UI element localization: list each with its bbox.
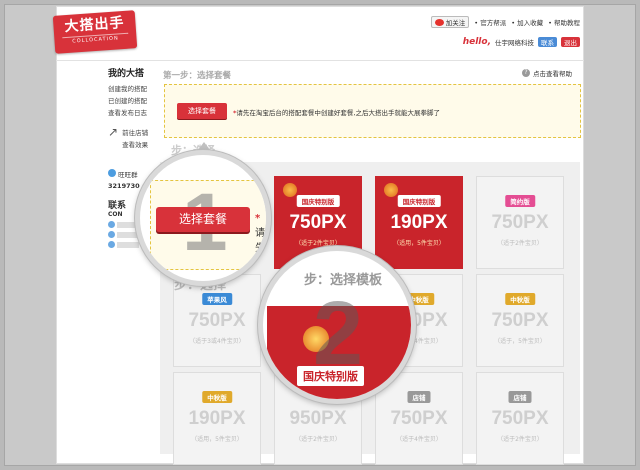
link-favorite[interactable]: • 加入收藏	[511, 17, 543, 27]
qq-icon	[108, 221, 115, 228]
logo[interactable]: 大搭出手 COLLOCATION	[52, 10, 138, 54]
step1-title: 第一步：选择套餐	[163, 71, 232, 81]
qq-icon	[108, 241, 115, 248]
link-help[interactable]: • 帮助教程	[548, 17, 580, 27]
template-card[interactable]: 中秋版 750PX （适于，5件宝贝）	[476, 274, 564, 367]
sidebar-link-created[interactable]: 已创建的搭配	[108, 95, 164, 107]
zoom-tip: *请先	[255, 213, 265, 254]
logout-button[interactable]: 退出	[561, 37, 580, 47]
notice-tip: *请先在淘宝后台的搭配套餐中创建好套餐,之后大搭出手就能大展拳脚了	[233, 109, 440, 117]
zoom-template-label: 国庆特别版	[297, 366, 364, 386]
select-package-button[interactable]: 选择套餐	[177, 103, 227, 119]
link-official[interactable]: • 官方帮派	[474, 17, 506, 27]
contact-tag[interactable]: 联系	[538, 37, 557, 47]
firework-decoration	[384, 183, 398, 197]
follow-button[interactable]: 加关注	[430, 16, 470, 28]
header-divider	[56, 60, 584, 61]
notice-box: 选择套餐 *请先在淘宝后台的搭配套餐中创建好套餐,之后大搭出手就能大展拳脚了	[164, 84, 581, 138]
weibo-icon	[434, 18, 444, 26]
magnifier-step2: 步：选择模板 2 国庆特别版	[258, 246, 416, 404]
user-name: 仕宇网络科技	[495, 39, 534, 47]
zoom-select-package-button[interactable]: 选择套餐	[156, 207, 250, 232]
help-link[interactable]: ? 点击查看帮助	[522, 68, 572, 78]
top-links: 加关注 • 官方帮派 • 加入收藏 • 帮助教程	[430, 16, 580, 28]
magnifier-step1: 1 选择套餐 *请先	[135, 150, 271, 286]
goto-shop[interactable]: ↗ 前往店铺 查看效果	[108, 125, 164, 151]
template-card[interactable]: 国庆特别版 190PX （适用，5件宝贝）	[375, 176, 463, 269]
wangwang-icon	[108, 169, 116, 177]
hello-text: hello,	[462, 37, 491, 47]
sidebar-title: 我的大搭	[108, 69, 145, 79]
arrow-icon: ↗	[108, 125, 119, 139]
question-icon: ?	[522, 69, 530, 77]
template-card[interactable]: 简约版 750PX （适于2件宝贝）	[476, 176, 564, 269]
sidebar-link-create[interactable]: 创建我的搭配	[108, 83, 164, 95]
user-bar: hello, 仕宇网络科技 联系 退出	[463, 37, 580, 47]
firework-decoration	[283, 183, 297, 197]
sidebar-link-log[interactable]: 查看发布日志	[108, 107, 164, 119]
template-card[interactable]: 店铺 750PX （适于2件宝贝）	[476, 372, 564, 465]
qq-icon	[108, 231, 115, 238]
template-card[interactable]: 中秋版 190PX （适用，5件宝贝）	[173, 372, 261, 465]
pointer-arrow-icon	[198, 142, 210, 150]
